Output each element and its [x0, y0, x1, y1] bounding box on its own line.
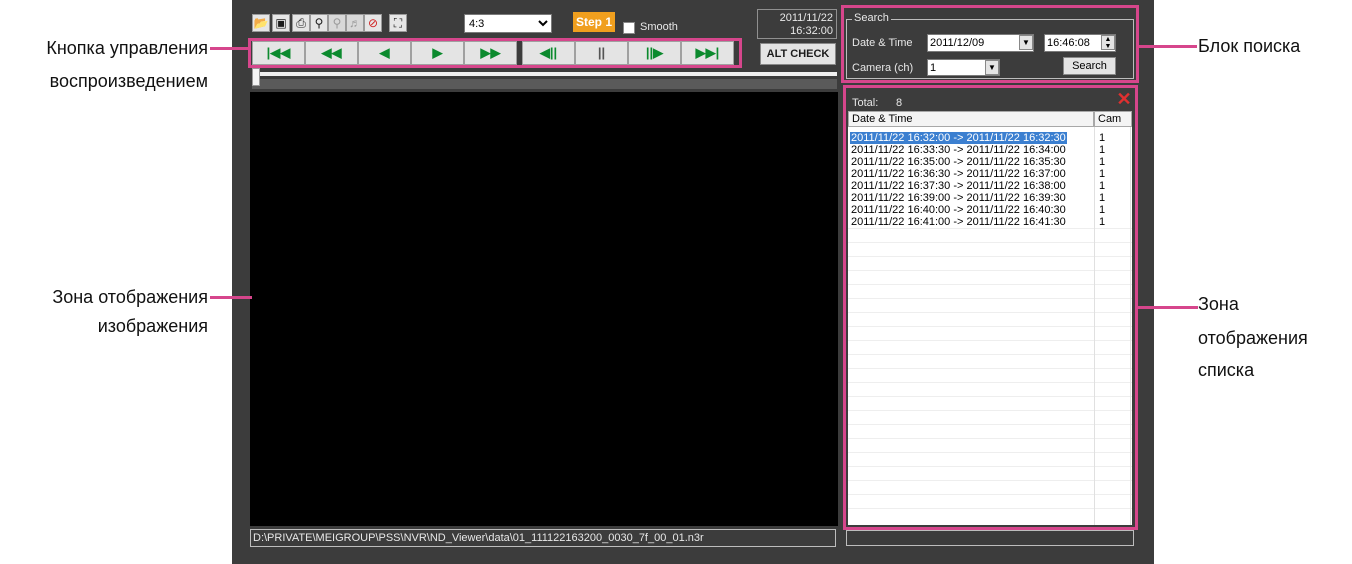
search-highlight-box [841, 5, 1139, 83]
smooth-label: Smooth [640, 21, 678, 33]
fullscreen-icon[interactable]: ⛶ [389, 14, 407, 32]
annotation-image-line2: изображения [97, 316, 208, 336]
step-badge[interactable]: Step 1 [573, 12, 615, 32]
annotation-list-line3: списка [1198, 360, 1255, 380]
playback-slider[interactable] [252, 72, 837, 76]
audio-icon[interactable]: ♬ [346, 14, 364, 32]
annotation-playback-line2: воспроизведением [49, 71, 208, 91]
open-file-icon[interactable]: 📂 [252, 14, 270, 32]
aspect-ratio-select[interactable]: 4:3 [464, 14, 552, 33]
playback-highlight-box [248, 38, 742, 68]
slider-thumb[interactable] [252, 68, 260, 86]
playback-pointer-line [210, 47, 248, 50]
file-path-display: D:\PRIVATE\MEIGROUP\PSS\NVR\ND_Viewer\da… [250, 529, 836, 547]
list-status-box [846, 530, 1134, 546]
clock-time: 16:32:00 [790, 25, 833, 37]
list-highlight-box [843, 85, 1138, 530]
zoom-out-icon[interactable]: ⚲ [328, 14, 346, 32]
zoom-in-icon[interactable]: ⚲ [310, 14, 328, 32]
save-icon[interactable]: ▣ [272, 14, 290, 32]
timeline-track [252, 79, 837, 89]
annotation-search-block: Блок поиска [1198, 36, 1301, 56]
clock-date: 2011/11/22 [779, 12, 833, 24]
list-pointer-line [1138, 306, 1198, 309]
clock-display: 2011/11/22 16:32:00 [757, 9, 837, 39]
print-icon[interactable]: ⎙ [292, 14, 310, 32]
alt-check-button[interactable]: ALT CHECK [760, 43, 836, 65]
smooth-checkbox[interactable] [623, 22, 635, 34]
annotation-playback-line1: Кнопка управления [46, 38, 208, 58]
search-pointer-line [1139, 45, 1197, 48]
mute-icon[interactable]: ⊘ [364, 14, 382, 32]
image-pointer-line [210, 296, 252, 299]
annotation-list-line1: Зона [1198, 294, 1239, 314]
annotation-list-line2: отображения [1198, 328, 1308, 348]
image-display-area [250, 92, 838, 526]
annotation-image-line1: Зона отображения [52, 287, 208, 307]
